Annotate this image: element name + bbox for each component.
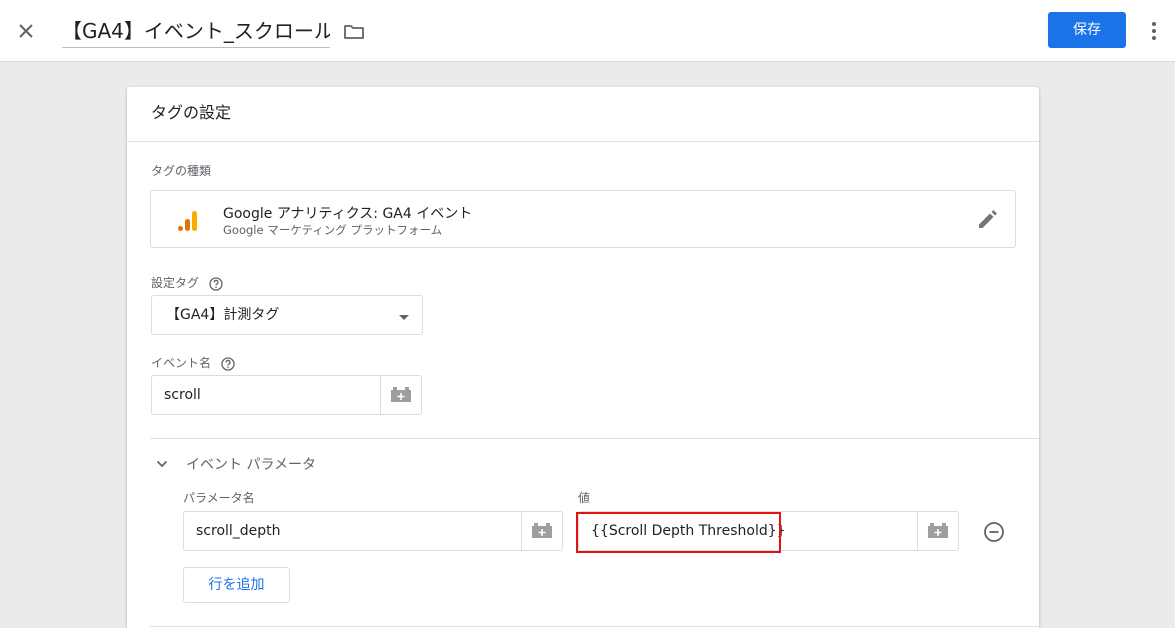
param-value-value: {{Scroll Depth Threshold}}: [591, 523, 786, 539]
pencil-icon[interactable]: [975, 208, 999, 232]
dropdown-arrow-icon: [397, 309, 411, 323]
config-tag-label-text: 設定タグ: [151, 276, 200, 290]
param-name-value: scroll_depth: [196, 523, 281, 539]
save-button[interactable]: 保存: [1048, 12, 1126, 48]
variable-picker-icon[interactable]: [521, 512, 562, 550]
config-tag-selected: 【GA4】計測タグ: [166, 307, 280, 323]
tag-type-selector[interactable]: Google アナリティクス: GA4 イベント Google マーケティング …: [150, 190, 1016, 248]
event-name-label-text: イベント名: [151, 356, 212, 370]
tag-configuration-card: タグの設定 タグの種類 Google アナリティクス: GA4 イベント Goo…: [127, 87, 1039, 628]
chevron-down-icon[interactable]: [155, 456, 169, 470]
config-tag-label: 設定タグ: [151, 275, 223, 291]
google-analytics-logo-icon: [177, 209, 199, 233]
folder-icon[interactable]: [342, 20, 366, 44]
config-tag-select[interactable]: 【GA4】計測タグ: [151, 295, 423, 335]
event-name-input[interactable]: scroll: [151, 375, 422, 415]
variable-picker-icon[interactable]: [380, 376, 421, 414]
event-name-label: イベント名: [151, 355, 235, 371]
help-icon[interactable]: [209, 276, 223, 291]
tag-type-provider: Google マーケティング プラットフォーム: [223, 223, 443, 237]
add-row-button[interactable]: 行を追加: [183, 567, 290, 603]
help-icon[interactable]: [221, 356, 235, 371]
top-bar: 【GA4】イベント_スクロール 保存: [0, 0, 1175, 62]
variable-picker-icon[interactable]: [917, 512, 958, 550]
event-name-value: scroll: [164, 387, 201, 403]
close-icon[interactable]: [14, 19, 38, 43]
section-divider: [150, 438, 1039, 439]
card-title: タグの設定: [127, 87, 1039, 142]
param-value-input[interactable]: {{Scroll Depth Threshold}}: [578, 511, 959, 551]
tag-name-input[interactable]: 【GA4】イベント_スクロール: [62, 14, 330, 48]
section-divider: [150, 626, 1039, 627]
event-parameters-section-title[interactable]: イベント パラメータ: [186, 456, 316, 474]
param-name-column-label: パラメータ名: [183, 491, 255, 505]
param-value-column-label: 値: [578, 491, 591, 505]
tag-type-label: タグの種類: [151, 164, 212, 178]
param-name-input[interactable]: scroll_depth: [183, 511, 563, 551]
tag-type-name: Google アナリティクス: GA4 イベント: [223, 206, 473, 222]
remove-row-icon[interactable]: [983, 521, 1005, 543]
more-options-icon[interactable]: [1142, 19, 1166, 43]
